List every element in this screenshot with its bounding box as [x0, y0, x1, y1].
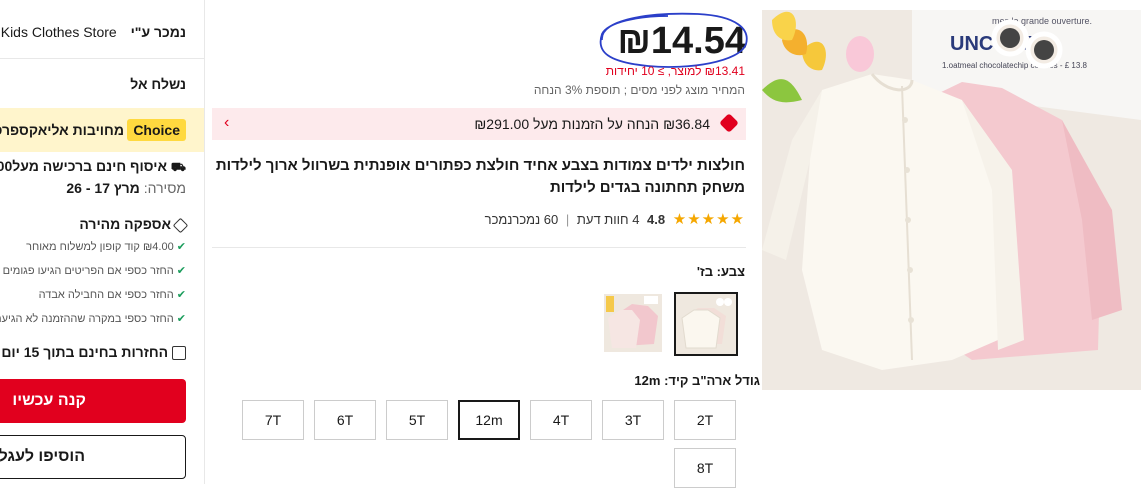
box-icon	[172, 217, 189, 234]
benefit-text: החזר כספי אם החבילה אבדה	[38, 289, 174, 301]
reviews-link[interactable]: 4 חוות דעת	[577, 212, 640, 227]
size-option-2T[interactable]: 2T	[674, 400, 736, 440]
promo-text: ₪36.84 הנחה על הזמנות מעל ₪291.00	[474, 116, 710, 132]
free-returns-text: החזרות בחינם בתוך 15 יום	[1, 344, 169, 360]
choice-badge: Choice	[127, 119, 186, 141]
benefit-item: ✔ החזר כספי במקרה שההזמנה לא הגיעה	[0, 312, 186, 325]
promo-banner[interactable]: ₪36.84 הנחה על הזמנות מעל ₪291.00 ‹	[212, 108, 746, 140]
delivery-row: מסירה: מרץ 17 - 26	[66, 180, 186, 196]
free-returns-row[interactable]: החזרות בחינם בתוך 15 יום	[1, 344, 186, 361]
seller-sidebar: נמכר ע"י t Kids Clothes Store נשלח אל Ch…	[0, 0, 205, 484]
sold-count: 60 נמכרנמכר	[484, 212, 559, 227]
check-icon: ✔	[176, 265, 186, 277]
benefit-text: החזר כספי אם הפריטים הגיעו פגומים	[2, 265, 174, 277]
price-block: ₪14.54	[588, 10, 752, 70]
check-icon: ✔	[176, 241, 186, 253]
star-rating-icon: ★★★★★	[672, 211, 745, 228]
check-icon: ✔	[176, 313, 186, 325]
product-photo: mes la grande ouverture. UNCO RY 1.oatme…	[762, 10, 1141, 390]
benefit-text: ₪4.00 קוד קופון למשלוח מאוחר	[26, 241, 174, 253]
fast-delivery-row[interactable]: אספקה מהירה	[79, 216, 189, 234]
product-title: חולצות ילדים צמודות בצבע אחיד חולצת כפתו…	[215, 157, 745, 196]
rating-row: ★★★★★ 4.8 4 חוות דעת | 60 נמכרנמכר	[485, 210, 745, 228]
sold-by-row: נמכר ע"י t Kids Clothes Store	[0, 24, 186, 40]
color-option-beige[interactable]	[674, 292, 738, 356]
sold-by-label: נמכר ע"י	[130, 24, 186, 40]
color-label: צבע: בז'	[696, 264, 745, 279]
check-icon: ✔	[176, 289, 186, 301]
benefit-item: ✔ החזר כספי אם הפריטים הגיעו פגומים	[3, 264, 186, 277]
return-box-icon	[172, 346, 186, 361]
size-option-4T[interactable]: 4T	[530, 400, 592, 440]
delivery-label: מסירה:	[143, 180, 186, 196]
bulk-unit-price: ₪13.41 למוצר, ≥ 10 יחידות	[605, 64, 745, 78]
benefit-item: ✔ ₪4.00 קוד קופון למשלוח מאוחר	[26, 240, 186, 253]
benefit-item: ✔ החזר כספי אם החבילה אבדה	[39, 288, 186, 301]
pink-shirt-thumbnail	[604, 294, 662, 352]
choice-commitment-text[interactable]: מחויבות אליאקספרס	[0, 122, 124, 138]
free-shipping-row: ⛟ איסוף חינם ברכישה מעל100	[0, 158, 186, 176]
truck-icon: ⛟	[170, 160, 186, 174]
store-name-link[interactable]: t Kids Clothes Store	[0, 24, 117, 40]
beige-shirt-thumbnail	[676, 294, 736, 354]
fast-delivery-title: אספקה מהירה	[79, 216, 172, 232]
separator: |	[565, 212, 570, 227]
delivery-dates: מרץ 17 - 26	[66, 180, 140, 196]
coupon-tag-icon	[719, 113, 739, 133]
size-option-8T[interactable]: 8T	[674, 448, 736, 488]
size-option-12m[interactable]: 12m	[458, 400, 520, 440]
size-option-3T[interactable]: 3T	[602, 400, 664, 440]
product-main-image[interactable]: mes la grande ouverture. UNCO RY 1.oatme…	[762, 10, 1141, 390]
divider	[0, 58, 204, 59]
annotation-circle	[599, 12, 748, 68]
tax-note: המחיר מוצג לפני מסים ; תוספת 3% הנחה	[533, 83, 745, 97]
rating-value: 4.8	[647, 212, 666, 227]
size-option-5T[interactable]: 5T	[386, 400, 448, 440]
size-option-7T[interactable]: 7T	[242, 400, 304, 440]
image-caption-bottom: 1.oatmeal chocolatechip cookies - £ 13.8	[942, 61, 1088, 70]
size-label: גודל ארה"ב קיד: 12m	[634, 373, 760, 388]
buy-now-button[interactable]: קנה עכשיו	[0, 379, 186, 423]
add-to-cart-button[interactable]: הוסיפו לעגלה	[0, 435, 186, 479]
free-shipping-text: איסוף חינם ברכישה מעל100	[0, 158, 167, 174]
color-option-pink[interactable]	[604, 294, 662, 352]
benefit-text: החזר כספי במקרה שההזמנה לא הגיעה	[0, 313, 174, 325]
size-option-6T[interactable]: 6T	[314, 400, 376, 440]
chevron-left-icon: ‹	[224, 114, 230, 131]
ship-to-label[interactable]: נשלח אל	[130, 76, 186, 92]
divider	[212, 247, 746, 248]
